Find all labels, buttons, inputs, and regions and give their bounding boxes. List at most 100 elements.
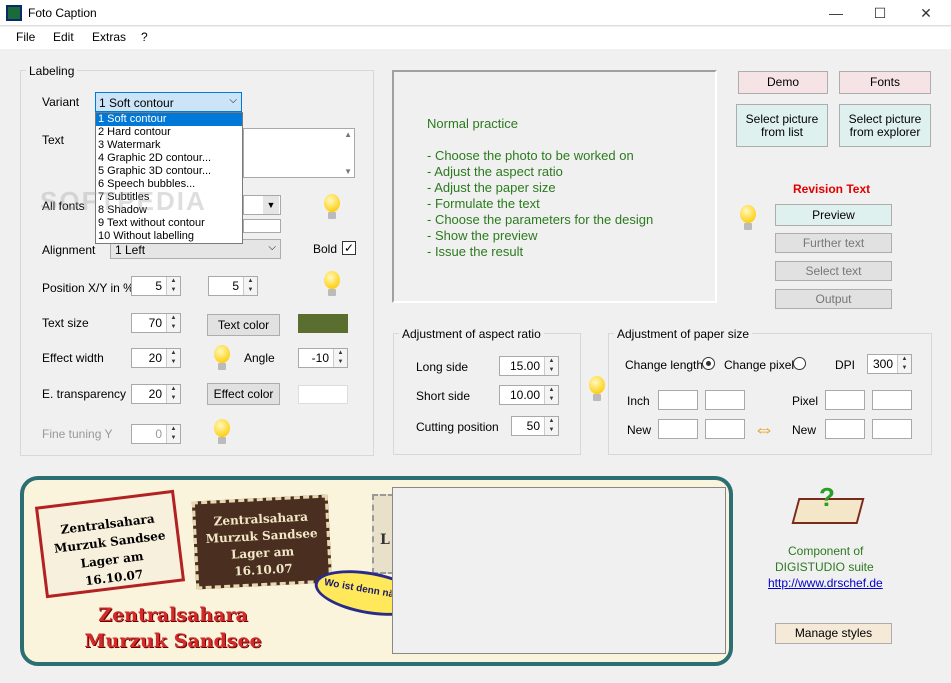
alignment-label: Alignment: [42, 243, 96, 257]
position-y-spinner[interactable]: 5 ▲ ▼: [208, 276, 258, 296]
scroll-up-icon[interactable]: ▲: [344, 130, 352, 139]
labeling-legend: Labeling: [26, 64, 78, 78]
position-x-spinner[interactable]: 5 ▲ ▼: [131, 276, 181, 296]
output-button[interactable]: Output: [775, 289, 892, 309]
inch-width-field[interactable]: [658, 390, 698, 410]
spinner-arrows-icon[interactable]: ▲ ▼: [166, 349, 180, 367]
demo-button[interactable]: Demo: [738, 71, 828, 94]
effect-width-spinner[interactable]: 20 ▲ ▼: [131, 348, 181, 368]
spinner-arrows-icon[interactable]: ▲ ▼: [333, 349, 347, 367]
cutting-label: Cutting position: [416, 420, 499, 434]
lightbulb-icon[interactable]: [586, 375, 608, 405]
variant-option[interactable]: 2 Hard contour: [96, 126, 242, 139]
font-field[interactable]: [243, 219, 281, 233]
position-y-value: 5: [232, 279, 239, 293]
spinner-arrows-icon[interactable]: ▲ ▼: [544, 386, 558, 404]
variant-option[interactable]: 10 Without labelling: [96, 230, 242, 243]
inch-height-field[interactable]: [705, 390, 745, 410]
info-step: - Choose the parameters for the design: [427, 212, 654, 227]
lightbulb-icon[interactable]: [321, 193, 343, 223]
close-button[interactable]: ✕: [916, 4, 936, 22]
sample-partial-text: L: [380, 532, 390, 548]
inch-label: Inch: [627, 394, 650, 408]
lightbulb-icon[interactable]: [211, 344, 233, 374]
effect-color-button[interactable]: Effect color: [207, 383, 280, 405]
long-side-spinner[interactable]: 15.00 ▲ ▼: [499, 356, 559, 376]
spinner-arrows-icon[interactable]: ▲ ▼: [166, 314, 180, 332]
variant-label: Variant: [42, 95, 80, 109]
bold-label: Bold: [313, 242, 338, 256]
change-pixel-radio[interactable]: [793, 357, 806, 370]
pixel-width-field[interactable]: [825, 390, 865, 410]
new-pixel-width-field[interactable]: [825, 419, 865, 439]
fine-tuning-value: 0: [155, 427, 162, 441]
menu-help[interactable]: ?: [141, 30, 148, 44]
cutting-spinner[interactable]: 50 ▲ ▼: [511, 416, 559, 436]
angle-spinner[interactable]: -10 ▲ ▼: [298, 348, 348, 368]
dpi-spinner[interactable]: 300 ▲ ▼: [867, 354, 912, 374]
variant-dropdown-list[interactable]: 1 Soft contour 2 Hard contour 3 Watermar…: [95, 112, 243, 244]
menu-edit[interactable]: Edit: [53, 30, 74, 44]
lightbulb-icon[interactable]: [321, 270, 343, 300]
new-inch-width-field[interactable]: [658, 419, 698, 439]
short-side-spinner[interactable]: 10.00 ▲ ▼: [499, 385, 559, 405]
pixel-height-field[interactable]: [872, 390, 912, 410]
bold-checkbox[interactable]: ✓: [342, 241, 356, 255]
scroll-down-icon[interactable]: ▼: [344, 167, 352, 176]
change-length-radio[interactable]: [702, 357, 715, 370]
fine-tuning-spinner[interactable]: 0 ▲ ▼: [131, 424, 181, 444]
select-from-list-button[interactable]: Select picture from list: [736, 104, 828, 147]
variant-select[interactable]: 1 Soft contour ⌵: [95, 92, 242, 112]
spinner-arrows-icon[interactable]: ▲ ▼: [243, 277, 257, 295]
maximize-button[interactable]: ☐: [870, 4, 890, 22]
dropdown-arrow-icon[interactable]: ▼: [263, 196, 279, 214]
spinner-arrows-icon[interactable]: ▲ ▼: [544, 357, 558, 375]
variant-option[interactable]: 9 Text without contour: [96, 217, 242, 230]
further-text-button[interactable]: Further text: [775, 233, 892, 253]
transparency-spinner[interactable]: 20 ▲ ▼: [131, 384, 181, 404]
website-link[interactable]: http://www.drschef.de: [768, 576, 883, 590]
long-side-value: 15.00: [509, 359, 540, 373]
transparency-label: E. transparency: [42, 387, 127, 401]
cutting-value: 50: [526, 419, 540, 433]
chevron-down-icon: ⌵: [268, 242, 276, 253]
text-size-spinner[interactable]: 70 ▲ ▼: [131, 313, 181, 333]
manage-styles-button[interactable]: Manage styles: [775, 623, 892, 644]
text-size-value: 70: [148, 316, 162, 330]
text-area[interactable]: ▲ ▼: [243, 128, 355, 178]
alignment-value: 1 Left: [115, 243, 146, 257]
spinner-arrows-icon[interactable]: ▲ ▼: [544, 417, 558, 435]
preview-button[interactable]: Preview: [775, 204, 892, 226]
paper-size-legend: Adjustment of paper size: [614, 327, 753, 341]
font-select[interactable]: ▼: [243, 195, 281, 215]
minimize-button[interactable]: —: [826, 4, 846, 22]
select-text-button[interactable]: Select text: [775, 261, 892, 281]
fonts-button[interactable]: Fonts: [839, 71, 931, 94]
text-color-button[interactable]: Text color: [207, 314, 280, 336]
variant-option[interactable]: 1 Soft contour: [96, 113, 242, 126]
long-side-label: Long side: [416, 360, 469, 374]
aspect-ratio-legend: Adjustment of aspect ratio: [399, 327, 544, 341]
menu-extras[interactable]: Extras: [92, 30, 126, 44]
variant-option[interactable]: 4 Graphic 2D contour...: [96, 152, 242, 165]
lightbulb-icon[interactable]: [211, 418, 233, 448]
select-from-explorer-button[interactable]: Select picture from explorer: [839, 104, 931, 147]
spinner-arrows-icon[interactable]: ▲ ▼: [166, 385, 180, 403]
change-length-label: Change length: [625, 358, 704, 372]
app-icon: [6, 5, 22, 21]
new-pixel-height-field[interactable]: [872, 419, 912, 439]
effect-color-swatch: [298, 385, 348, 404]
menu-file[interactable]: File: [16, 30, 35, 44]
book-logo-icon: ?: [791, 484, 865, 528]
lightbulb-icon[interactable]: [737, 204, 759, 234]
new-inch-label: New: [627, 423, 652, 437]
variant-option[interactable]: 5 Graphic 3D contour...: [96, 165, 242, 178]
new-inch-height-field[interactable]: [705, 419, 745, 439]
swap-arrows-icon[interactable]: ⇔: [753, 416, 775, 442]
sample-stamp-2: Zentralsahara Murzuk Sandsee Lager am 16…: [191, 494, 333, 590]
spinner-arrows-icon[interactable]: ▲ ▼: [166, 425, 180, 443]
change-pixel-label: Change pixel: [724, 358, 795, 372]
variant-option[interactable]: 3 Watermark: [96, 139, 242, 152]
spinner-arrows-icon[interactable]: ▲ ▼: [897, 355, 911, 373]
spinner-arrows-icon[interactable]: ▲ ▼: [166, 277, 180, 295]
